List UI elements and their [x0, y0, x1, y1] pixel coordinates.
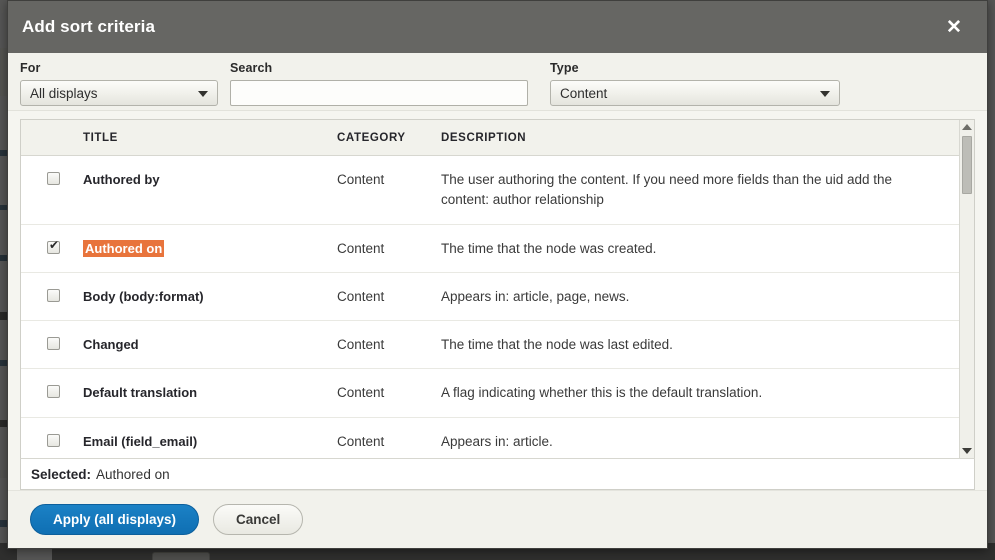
row-category: Content [337, 320, 441, 370]
header-select [21, 120, 83, 156]
criteria-table-head: TITLE CATEGORY DESCRIPTION [21, 120, 959, 156]
header-title: TITLE [83, 120, 337, 156]
row-title: Email (field_email) [83, 433, 198, 449]
row-title: Body (body:format) [83, 288, 204, 304]
type-filter-label: Type [550, 61, 579, 75]
dialog-titlebar: Add sort criteria ✕ [8, 1, 987, 53]
table-row[interactable]: Default translation Content A flag indicat… [21, 368, 959, 418]
scroll-up-icon[interactable] [960, 120, 974, 134]
row-title: Default translation [83, 385, 198, 401]
row-description: Appears in: article, page, news. [441, 272, 959, 322]
dialog-title: Add sort criteria [22, 17, 156, 36]
search-input[interactable] [230, 80, 528, 106]
row-select-cell [21, 368, 83, 418]
table-row[interactable]: Authored on Content The time that the node… [21, 224, 959, 273]
row-select-cell [21, 155, 83, 225]
header-category: CATEGORY [337, 120, 441, 156]
selected-summary: Selected: Authored on [20, 458, 975, 490]
filters-row: For All displays Search Type Content [8, 53, 987, 111]
chevron-down-icon [198, 91, 208, 97]
row-category: Content [337, 155, 441, 225]
add-sort-criteria-dialog: Add sort criteria ✕ For All displays Sea… [7, 0, 988, 549]
for-filter-label: For [20, 61, 41, 75]
selected-value: Authored on [96, 466, 170, 482]
for-filter-group: For All displays [20, 61, 218, 106]
criteria-table: TITLE CATEGORY DESCRIPTION Authored by Co… [21, 120, 959, 458]
row-description: The time that the node was last edited. [441, 320, 959, 370]
row-title-cell: Authored on [83, 224, 337, 273]
row-checkbox[interactable] [47, 385, 60, 399]
row-category: Content [337, 433, 385, 449]
row-checkbox[interactable] [47, 337, 60, 350]
row-title-cell: Email (field_email) [83, 417, 337, 458]
row-title-cell: Authored by [83, 155, 337, 225]
type-filter-group: Type Content [550, 61, 840, 106]
criteria-table-container: TITLE CATEGORY DESCRIPTION Authored by Co… [20, 119, 975, 458]
row-checkbox[interactable] [47, 239, 60, 254]
chevron-down-icon [820, 91, 830, 97]
header-description: DESCRIPTION [441, 120, 959, 156]
row-title: Changed [83, 337, 139, 352]
row-title-cell: Default translation [83, 368, 337, 418]
dialog-actions: Apply (all displays) Cancel [8, 490, 987, 548]
table-row[interactable]: Authored by Content The user authoring the… [21, 155, 959, 225]
criteria-table-scroll: TITLE CATEGORY DESCRIPTION Authored by Co… [21, 120, 959, 458]
table-header-row: TITLE CATEGORY DESCRIPTION [21, 120, 959, 156]
row-select-cell [21, 417, 83, 458]
row-category: Content [337, 272, 441, 322]
criteria-table-body: Authored by Content The user authoring the… [21, 155, 959, 459]
row-title-cell: Body (body:format) [83, 272, 337, 322]
scroll-down-icon[interactable] [960, 444, 974, 458]
row-title-highlighted: Authored on [83, 239, 165, 257]
type-select-value: Content [560, 85, 608, 101]
row-title: Authored by [83, 172, 160, 187]
row-category: Content [337, 224, 441, 273]
row-select-cell [21, 320, 83, 370]
table-row[interactable]: Body (body:format) Content Appears in: art… [21, 272, 959, 322]
row-description: A flag indicating whether this is the de… [441, 368, 959, 418]
close-icon[interactable]: ✕ [943, 16, 965, 38]
table-row[interactable]: Email (field_email) Content Appears in: ar… [21, 417, 959, 458]
table-vertical-scrollbar[interactable] [959, 120, 974, 458]
row-checkbox[interactable] [47, 433, 60, 447]
row-select-cell [21, 224, 83, 273]
row-title-cell: Changed [83, 320, 337, 370]
selected-label: Selected: [31, 466, 92, 482]
search-filter-group: Search [230, 61, 528, 106]
table-row[interactable]: Changed Content The time that the node was… [21, 320, 959, 370]
row-description: The user authoring the content. If you n… [441, 155, 959, 225]
apply-button[interactable]: Apply (all displays) [30, 504, 200, 535]
cancel-button[interactable]: Cancel [213, 504, 304, 535]
row-checkbox[interactable] [47, 288, 60, 302]
for-display-select-value: All displays [30, 85, 98, 101]
row-category: Content [337, 368, 441, 418]
search-filter-label: Search [230, 61, 273, 75]
scrollbar-thumb[interactable] [962, 136, 972, 194]
for-display-select[interactable]: All displays [20, 80, 218, 106]
row-select-cell [21, 272, 83, 322]
type-select[interactable]: Content [550, 80, 840, 106]
row-checkbox[interactable] [47, 172, 60, 185]
row-description: Appears in: article. [441, 433, 553, 449]
row-description: The time that the node was created. [441, 224, 959, 273]
